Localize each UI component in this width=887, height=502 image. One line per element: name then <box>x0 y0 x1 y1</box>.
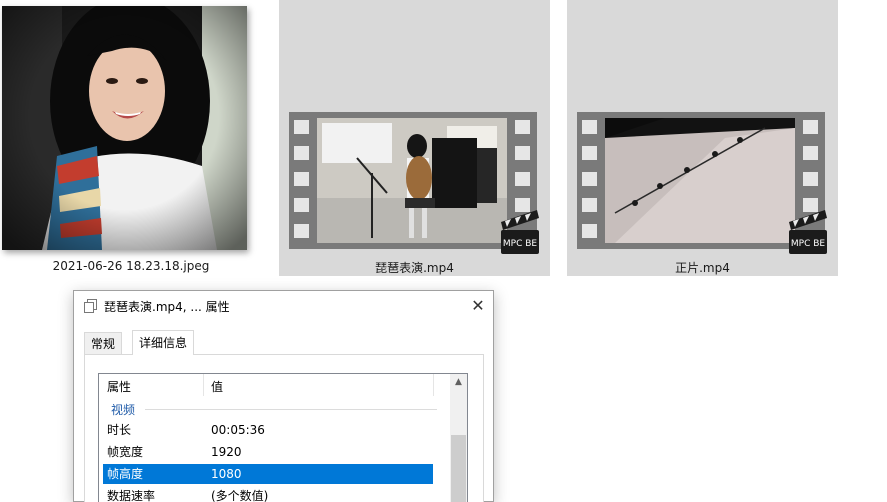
group-label-video: 视频 <box>111 403 136 417</box>
property-value: 1920 <box>211 445 242 459</box>
property-row-frame-height[interactable]: 帧高度 1080 <box>103 464 433 484</box>
file-item-video-pipa[interactable]: MPC BE 琵琶表演.mp4 <box>279 0 550 276</box>
file-item-photo[interactable]: 2021-06-26 18.23.18.jpeg <box>0 0 262 276</box>
property-value: (多个数值) <box>211 489 269 502</box>
close-button[interactable]: ✕ <box>463 291 493 321</box>
property-key: 帧高度 <box>107 467 144 481</box>
mpc-badge: MPC BE <box>503 239 538 249</box>
file-item-video-feature[interactable]: MPC BE 正片.mp4 <box>567 0 838 276</box>
property-row-data-rate[interactable]: 数据速率 (多个数值) <box>103 486 433 502</box>
video-frame <box>317 118 507 243</box>
mpc-badge: MPC BE <box>791 239 826 249</box>
property-key: 数据速率 <box>107 489 156 502</box>
property-key: 帧宽度 <box>107 445 144 459</box>
vertical-scrollbar[interactable]: ▲ <box>450 374 467 502</box>
photo-thumbnail <box>2 6 247 250</box>
file-name: 正片.mp4 <box>675 261 730 275</box>
dialog-title: 琵琶表演.mp4, ... 属性 <box>104 300 230 314</box>
property-value: 1080 <box>211 467 242 481</box>
column-header-value[interactable]: 值 <box>211 378 223 395</box>
mpc-be-icon: MPC BE <box>501 210 539 254</box>
tab-bar: 常规 详细信息 <box>84 330 484 355</box>
video-frame <box>605 118 795 243</box>
scroll-up-arrow-icon[interactable]: ▲ <box>450 374 467 391</box>
file-icon <box>84 299 97 313</box>
property-row-duration[interactable]: 时长 00:05:36 <box>103 420 433 440</box>
property-row-frame-width[interactable]: 帧宽度 1920 <box>103 442 433 462</box>
tab-details[interactable]: 详细信息 <box>132 330 195 355</box>
column-header-property[interactable]: 属性 <box>107 378 131 395</box>
file-name: 琵琶表演.mp4 <box>375 261 454 275</box>
dialog-titlebar[interactable]: 琵琶表演.mp4, ... 属性 ✕ <box>74 291 493 321</box>
scroll-thumb[interactable] <box>451 435 466 502</box>
properties-dialog: 琵琶表演.mp4, ... 属性 ✕ 常规 详细信息 属性 值 视频 时长 00… <box>73 290 494 502</box>
tab-general[interactable]: 常规 <box>84 332 123 354</box>
property-key: 时长 <box>107 423 132 437</box>
property-list[interactable]: 属性 值 视频 时长 00:05:36 帧宽度 1920 帧高度 1080 数据… <box>98 373 468 502</box>
group-divider <box>145 409 437 410</box>
file-name: 2021-06-26 18.23.18.jpeg <box>52 259 210 273</box>
property-value: 00:05:36 <box>211 423 265 437</box>
mpc-be-icon: MPC BE <box>789 210 827 254</box>
list-header: 属性 值 <box>99 374 451 396</box>
